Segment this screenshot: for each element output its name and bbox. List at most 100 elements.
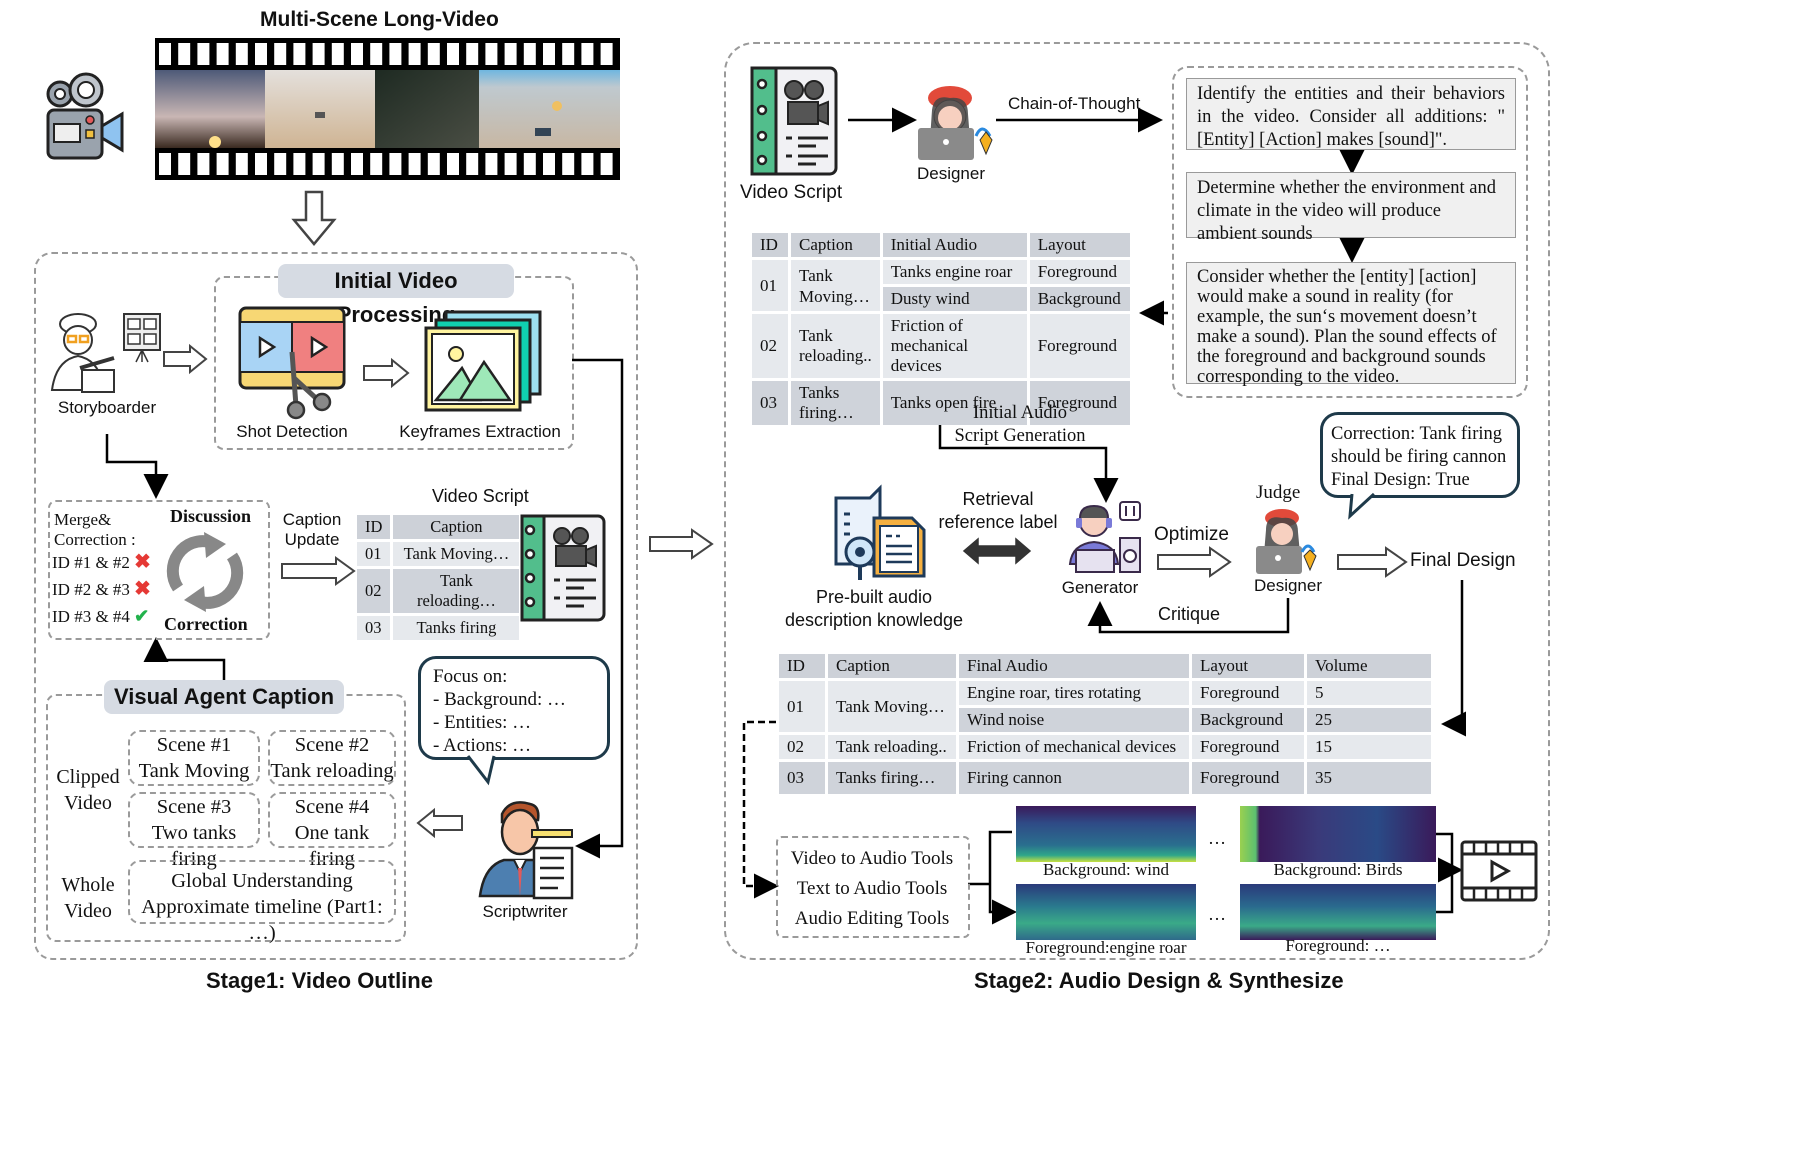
- video-script-notebook-icon: [520, 514, 606, 622]
- final-design-arrow-icon: [1337, 546, 1408, 578]
- refresh-cycle-icon: [166, 532, 244, 612]
- cell-id: 01: [357, 542, 391, 566]
- cot-step-3: Consider whether the [entity] [action] w…: [1186, 262, 1516, 387]
- caption-update-line: Caption: [282, 510, 342, 529]
- arrow-storyboarder-to-discussion: [105, 434, 169, 499]
- generator-label: Generator: [1061, 578, 1139, 597]
- audio-knowledge-documents-icon: [834, 484, 926, 580]
- clipped-video-label: Clipped Video: [56, 764, 120, 816]
- tool-item: Video to Audio Tools: [790, 848, 954, 869]
- tools-list: Video to Audio Tools Text to Audio Tools…: [782, 844, 962, 934]
- cell-audio: Friction of mechanical devices: [882, 314, 1027, 378]
- retrieval-label: Retrieval reference label: [932, 488, 1064, 534]
- cell-layout: Background: [1192, 708, 1304, 732]
- cell-id: 01: [779, 681, 825, 732]
- table-header: ID Caption Initial Audio Layout: [752, 233, 1130, 257]
- tool-item: Text to Audio Tools: [796, 878, 948, 899]
- header-id: ID: [779, 654, 825, 678]
- bubble-tail: [1348, 490, 1376, 520]
- scene-desc: Tank reloading: [270, 760, 394, 782]
- scene-desc: Tank Moving: [138, 760, 250, 782]
- bidirectional-arrow-icon: [962, 537, 1032, 565]
- table-row: 01 Tank Moving… Tanks engine roar Foregr…: [752, 260, 1130, 311]
- cell-layout: Background: [1029, 287, 1130, 311]
- clipped-video-line: Clipped: [56, 766, 120, 788]
- knowledge-line: Pre-built audio: [815, 587, 933, 607]
- cell-layout: Foreground: [1029, 314, 1130, 378]
- scriptwriter-icon: [478, 801, 574, 900]
- global-understanding-card: Global Understanding Approximate timelin…: [128, 860, 396, 944]
- focus-line: - Actions: …: [433, 735, 532, 756]
- header-caption: Caption: [791, 233, 880, 257]
- spectrogram-label: Foreground: …: [1285, 936, 1391, 955]
- spectrogram-background-wind: [1016, 806, 1196, 862]
- cell-id: 03: [357, 616, 391, 640]
- merge-label: Merge&: [54, 510, 112, 529]
- chain-of-thought-label: Chain-of-Thought: [1008, 94, 1141, 113]
- caption-update-label: Caption Update: [282, 510, 342, 550]
- critique-label: Critique: [1158, 604, 1221, 624]
- spectrogram-label: Background: wind: [1042, 860, 1170, 879]
- spectrogram-foreground-other: [1240, 884, 1436, 940]
- scene-title: Scene #3: [156, 796, 232, 818]
- final-audio-table: ID Caption Final Audio Layout Volume 01 …: [776, 651, 1434, 797]
- cell-caption: Tank reloading..: [828, 735, 956, 759]
- optimize-label: Optimize: [1154, 524, 1229, 545]
- whole-video-label: Whole Video: [56, 872, 120, 924]
- discussion-items: ID #1 & #2 ✖ ID #2 & #3 ✖ ID #3 & #4 ✔: [52, 549, 151, 630]
- caption-update-line: Update: [284, 530, 340, 549]
- cell-id: 01: [752, 260, 788, 311]
- table-header: ID Caption: [357, 515, 520, 539]
- header-layout: Layout: [1029, 233, 1130, 257]
- cell-audio: Firing cannon: [959, 762, 1189, 794]
- focus-line: - Background: …: [433, 689, 566, 710]
- cell-caption: Tank reloading…: [393, 569, 520, 613]
- table-row: 03 Tanks firing… Firing cannon Foregroun…: [779, 762, 1431, 794]
- cell-caption: Tanks firing: [393, 616, 520, 640]
- cell-id: 02: [779, 735, 825, 759]
- table-row: 01 Tank Moving…: [357, 542, 520, 566]
- reject-x-icon: ✖: [134, 578, 151, 600]
- cell-audio: Tanks engine roar: [882, 260, 1027, 284]
- header-caption: Caption: [828, 654, 956, 678]
- arrow-caption-to-discussion: [143, 637, 226, 680]
- cell-volume: 25: [1307, 708, 1431, 732]
- cell-layout: Foreground: [1192, 762, 1304, 794]
- header-volume: Volume: [1307, 654, 1431, 678]
- judge-designer-icon: [1256, 509, 1317, 574]
- cell-audio: Wind noise: [959, 708, 1189, 732]
- header-caption: Caption: [393, 515, 520, 539]
- cell-volume: 5: [1307, 681, 1431, 705]
- cot-step-2: Determine whether the environment and cl…: [1186, 172, 1516, 244]
- knowledge-label: Pre-built audio description knowledge: [776, 586, 972, 632]
- tool-item: Audio Editing Tools: [794, 908, 950, 929]
- discussion-item: ID #1 & #2 ✖: [52, 549, 151, 576]
- ellipsis: …: [1208, 904, 1226, 924]
- scene-title: Scene #2: [294, 734, 370, 756]
- final-design-label: Final Design: [1410, 550, 1516, 571]
- discussion-title: Discussion: [170, 506, 252, 526]
- cell-id: 02: [357, 569, 391, 613]
- correction-speech-bubble: Correction: Tank firing should be firing…: [1320, 412, 1520, 498]
- cell-id: 03: [752, 381, 788, 425]
- table-row: 02 Tank reloading.. Friction of mechanic…: [779, 735, 1431, 759]
- discussion-item-text: ID #2 & #3: [52, 580, 130, 599]
- stage1-video-script-table: ID Caption 01 Tank Moving… 02 Tank reloa…: [354, 512, 522, 643]
- cell-caption: Tank Moving…: [791, 260, 880, 311]
- scene-title: Scene #1: [156, 734, 232, 756]
- cell-volume: 35: [1307, 762, 1431, 794]
- header-final-audio: Final Audio: [959, 654, 1189, 678]
- cell-caption: Tank Moving…: [828, 681, 956, 732]
- global-title: Global Understanding: [171, 870, 353, 892]
- discussion-item: ID #2 & #3 ✖: [52, 576, 151, 603]
- focus-speech-bubble: Focus on: - Background: … - Entities: … …: [418, 656, 610, 760]
- cell-caption: Tank reloading..: [791, 314, 880, 378]
- correction-line: Correction: Tank firing: [1331, 424, 1502, 444]
- visual-agent-label: Visual Agent Caption: [104, 680, 344, 714]
- clipped-video-line: Video: [64, 792, 112, 814]
- discussion-item-text: ID #1 & #2: [52, 553, 130, 572]
- scene-title: Scene #4: [294, 796, 370, 818]
- cell-audio: Dusty wind: [882, 287, 1027, 311]
- header-layout: Layout: [1192, 654, 1304, 678]
- discussion-item: ID #3 & #4 ✔: [52, 603, 151, 630]
